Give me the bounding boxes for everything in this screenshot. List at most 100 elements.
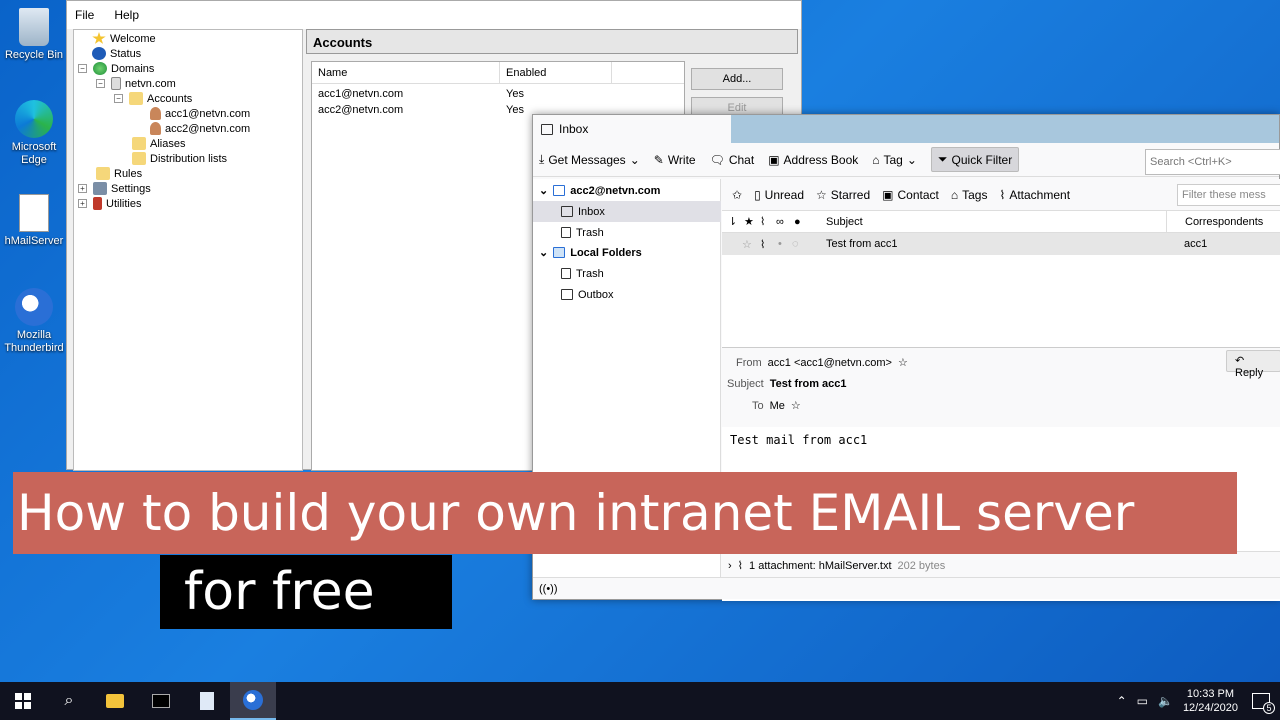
tree-item-aliases[interactable]: Aliases [132,137,185,150]
filter-attachment-button[interactable]: ⌇ Attachment [999,188,1070,202]
globe-icon [93,62,107,75]
message-correspondent: acc1 [1184,238,1208,250]
filter-starred-button[interactable]: ☆ Starred [816,188,870,202]
filter-icon: ⏷ [937,152,948,166]
quick-filter-button[interactable]: ⏷ Quick Filter [930,147,1020,172]
tree-item-welcome[interactable]: Welcome [92,32,156,45]
tab-inbox[interactable]: Inbox [533,115,731,143]
recipient[interactable]: Me [770,400,785,412]
start-button[interactable] [0,682,46,720]
collapse-icon[interactable]: − [96,79,105,88]
account-enabled: Yes [506,88,524,100]
column-header-name[interactable]: Name [312,62,500,83]
hmailserver-taskbar-button[interactable] [184,682,230,720]
tree-item-distribution-lists[interactable]: Distribution lists [132,152,227,165]
message-header: From acc1 <acc1@netvn.com> ☆ Subject Test f… [722,347,1280,427]
tag-icon: ⌂ [872,152,880,167]
terminal-button[interactable] [138,682,184,720]
folder-outbox[interactable]: Outbox [533,284,721,305]
recycle-bin-shortcut[interactable]: Recycle Bin [0,8,68,62]
hmailserver-shortcut[interactable]: hMailServer [0,194,68,248]
attachment-bar[interactable]: › ⌇ 1 attachment: hMailServer.txt 202 by… [722,551,1280,579]
search-button[interactable]: ⌕ [46,682,92,720]
tree-item-domains[interactable]: − Domains [78,62,154,75]
column-header-enabled[interactable]: Enabled [500,62,612,83]
notification-icon[interactable]: 5 [1252,693,1275,714]
folder-trash[interactable]: Trash [533,222,721,243]
menu-file[interactable]: File [75,8,94,22]
tree-item-accounts[interactable]: − Accounts [114,92,192,105]
file-explorer-button[interactable] [92,682,138,720]
attachment-column-icon[interactable]: ⌇ [760,215,765,228]
chevron-down-icon[interactable]: ⌄ [630,153,640,167]
tree-label: acc2@netvn.com [165,122,251,135]
paperclip-icon: ⌇ [999,187,1006,202]
clock[interactable]: 10:33 PM 12/24/2020 [1183,687,1238,715]
sender[interactable]: acc1 <acc1@netvn.com> [768,357,892,369]
chat-button[interactable]: 🗨 Chat [710,153,755,167]
tree-item-rules[interactable]: Rules [96,167,142,180]
tree-item-acc1[interactable]: acc1@netvn.com [150,107,250,120]
filter-contact-button[interactable]: ▣ Contact [882,188,939,202]
table-row[interactable]: ☆ ⌇ • ◌ Test from acc1 acc1 [722,233,1280,255]
read-dot-icon[interactable]: • [778,238,782,250]
table-row[interactable]: acc1@netvn.com Yes [312,86,684,102]
pin-icon[interactable]: ✩ [732,188,742,202]
thunderbird-shortcut[interactable]: Mozilla Thunderbird [0,288,68,355]
folder-local[interactable]: ⌄ Local Folders [533,242,721,263]
junk-icon[interactable]: ◌ [792,238,799,250]
chevron-right-icon[interactable]: › [728,560,732,572]
edge-shortcut[interactable]: Microsoft Edge [0,100,68,167]
tree-item-utilities[interactable]: + Utilities [78,197,141,210]
tree-label: Accounts [147,92,193,105]
add-button[interactable]: Add... [691,68,783,90]
star-column-icon[interactable]: ★ [744,215,754,228]
chevron-up-icon[interactable]: ⌃ [1117,694,1127,708]
expand-icon[interactable]: + [78,184,87,193]
volume-icon[interactable]: 🔈 [1158,694,1173,708]
chevron-down-icon[interactable]: ⌄ [539,184,548,197]
star-icon[interactable]: ☆ [898,356,908,369]
desktop-icon-label: Recycle Bin [4,49,64,61]
filter-tags-button[interactable]: ⌂ Tags [951,188,988,202]
star-icon[interactable]: ☆ [742,238,752,251]
search-icon: ⌕ [64,692,74,709]
column-header-subject[interactable]: Subject [826,216,863,228]
thunderbird-taskbar-button[interactable] [230,682,276,720]
collapse-icon[interactable]: − [78,64,87,73]
tree-item-domain[interactable]: − netvn.com [96,77,176,90]
paperclip-icon: ⌇ [737,560,744,572]
menu-help[interactable]: Help [114,8,139,22]
folder-local-trash[interactable]: Trash [533,263,721,284]
tree-label: Welcome [110,32,156,45]
chevron-down-icon[interactable]: ⌄ [539,246,548,259]
junk-column-icon[interactable]: ● [794,216,801,228]
tag-button[interactable]: ⌂ Tag ⌄ [872,153,917,167]
collapse-icon[interactable]: − [114,94,123,103]
write-button[interactable]: ✎ Write [654,153,696,167]
folder-inbox[interactable]: Inbox [533,201,721,222]
folder-label: Outbox [578,288,614,301]
taskbar: ⌕ ⌃ ▭ 🔈 10:33 PM 12/24/2020 5 [0,682,1280,720]
button-label: Attachment [1009,187,1071,202]
get-messages-button[interactable]: ⤓ Get Messages ⌄ [539,152,640,167]
filter-unread-button[interactable]: ▯ Unread [754,188,804,202]
reply-button[interactable]: ↶ Reply [1226,350,1280,379]
system-tray: ⌃ ▭ 🔈 10:33 PM 12/24/2020 5 [1117,682,1280,720]
button-label: Unread [764,187,805,202]
button-label: Address Book [783,152,859,167]
address-book-button[interactable]: ▣ Address Book [768,153,858,167]
network-icon[interactable]: ▭ [1137,694,1148,708]
search-input[interactable]: Search <Ctrl+K> [1145,149,1280,175]
tree-item-settings[interactable]: + Settings [78,182,151,195]
tree-item-status[interactable]: Status [92,47,141,60]
tree-item-acc2[interactable]: acc2@netvn.com [150,122,250,135]
star-icon[interactable]: ☆ [791,399,801,412]
folder-account[interactable]: ⌄ acc2@netvn.com [533,180,721,201]
column-header-correspondents[interactable]: Correspondents [1166,210,1263,233]
thread-icon[interactable]: ⇂ [728,215,737,228]
read-column-icon[interactable]: ∞ [776,216,784,228]
expand-icon[interactable]: + [78,199,87,208]
filter-input[interactable]: Filter these mess [1177,184,1280,206]
online-status-icon[interactable]: ((•)) [539,583,558,595]
